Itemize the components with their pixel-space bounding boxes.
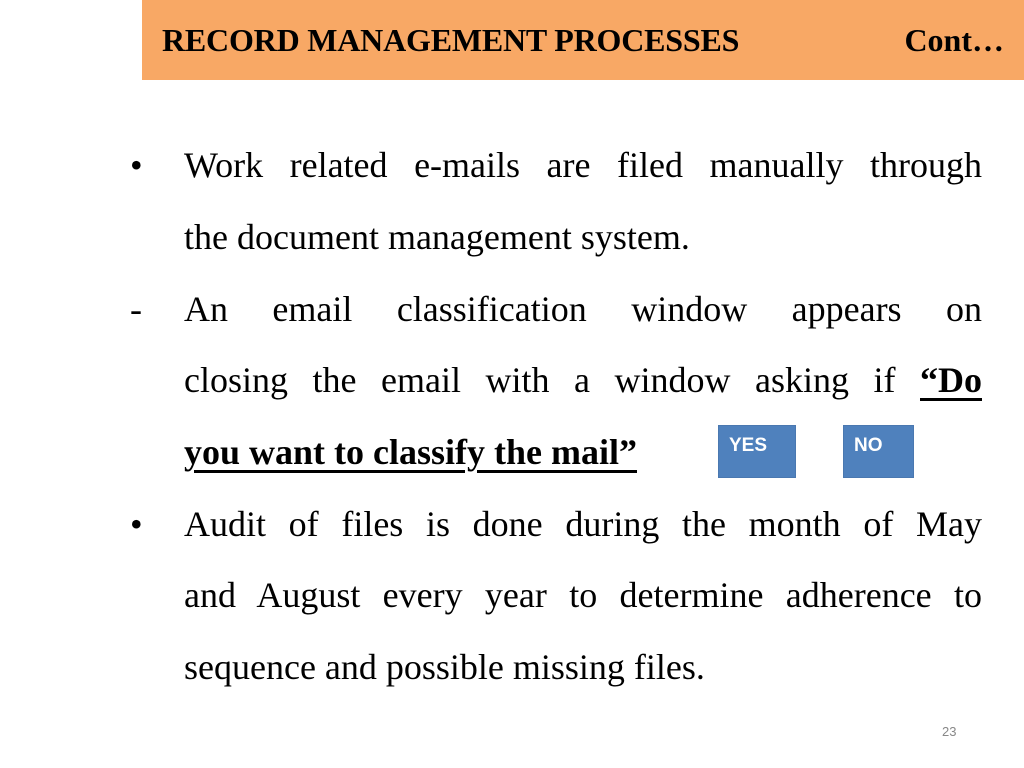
slide-header: RECORD MANAGEMENT PROCESSES Cont… bbox=[142, 0, 1024, 80]
item2-line1: An email classification window appears o… bbox=[184, 289, 982, 329]
item1-line2: the document management system. bbox=[184, 217, 690, 257]
page-number: 23 bbox=[942, 724, 957, 739]
question-text-end: you want to classify the mail” bbox=[184, 432, 637, 472]
no-button[interactable]: NO bbox=[843, 425, 914, 478]
item1-line1: Work related e-mails are filed manually … bbox=[184, 145, 982, 185]
slide-title: RECORD MANAGEMENT PROCESSES bbox=[162, 22, 740, 58]
item3-line1: Audit of files is done during the month … bbox=[184, 504, 982, 544]
item3-line3: sequence and possible missing files. bbox=[184, 647, 705, 687]
continuation-label: Cont… bbox=[904, 22, 1004, 58]
dash-marker: - bbox=[130, 289, 142, 329]
item3-line2: and August every year to determine adher… bbox=[184, 575, 982, 615]
item2-line2-text: closing the email with a window asking i… bbox=[184, 360, 920, 400]
item2-line3: you want to classify the mail” bbox=[184, 432, 637, 472]
item2-line2: closing the email with a window asking i… bbox=[184, 360, 982, 400]
yes-button[interactable]: YES bbox=[718, 425, 796, 478]
bullet-icon: • bbox=[130, 145, 143, 185]
question-text-start: “Do bbox=[920, 360, 982, 400]
bullet-icon: • bbox=[130, 504, 143, 544]
